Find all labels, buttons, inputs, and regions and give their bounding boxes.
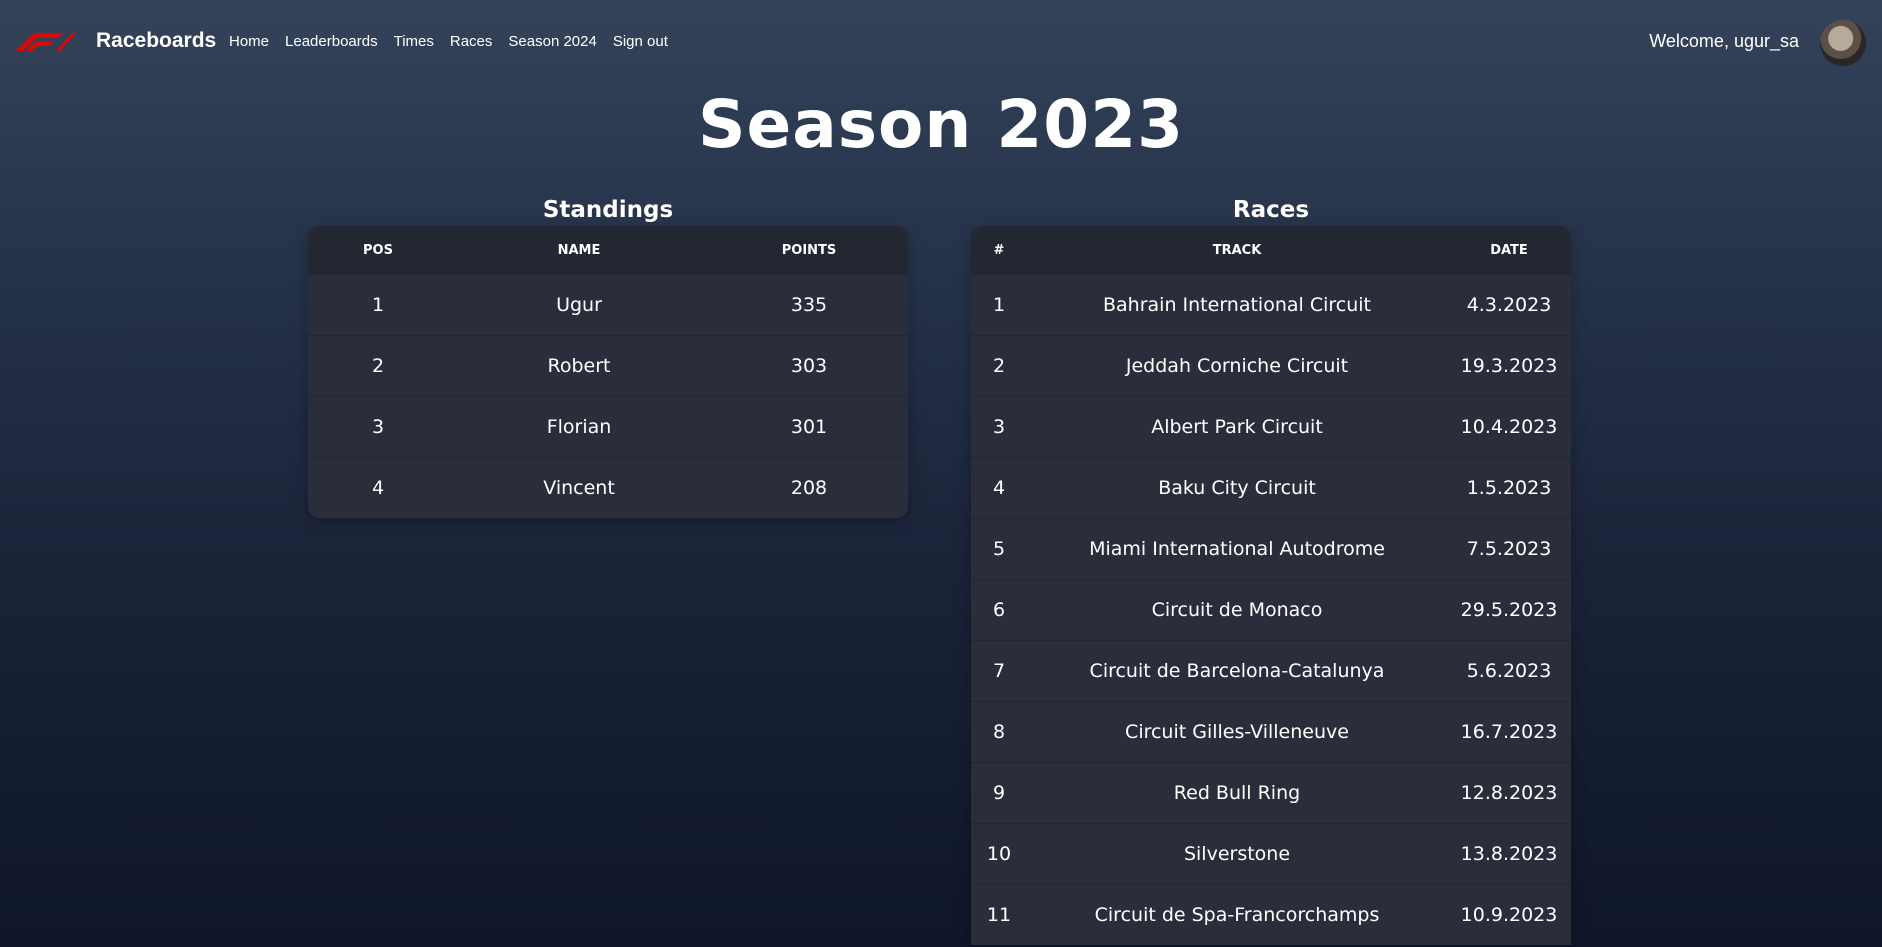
table-row: 1 Ugur 335	[308, 274, 908, 335]
standings-title: Standings	[542, 197, 674, 223]
table-row: 8 Circuit Gilles-Villeneuve 16.7.2023	[971, 701, 1571, 762]
race-number-cell: 11	[986, 904, 1012, 926]
table-row: 6 Circuit de Monaco 29.5.2023	[971, 579, 1571, 640]
track-cell: Miami International Autodrome	[1089, 538, 1385, 560]
date-cell: 1.5.2023	[1466, 477, 1552, 499]
column-header-track: TRACK	[1212, 242, 1262, 258]
date-cell: 13.8.2023	[1460, 843, 1558, 865]
standings-header-row: POS NAME POINTS	[308, 226, 908, 274]
date-cell: 29.5.2023	[1460, 599, 1558, 621]
pos-cell: 4	[371, 477, 385, 499]
column-header-number: #	[993, 242, 1005, 258]
races-header-row: # TRACK DATE	[971, 226, 1571, 274]
track-cell: Circuit de Spa-Francorchamps	[1094, 904, 1380, 926]
table-row: 1 Bahrain International Circuit 4.3.2023	[971, 274, 1571, 335]
column-header-date: DATE	[1490, 242, 1528, 258]
track-cell: Silverstone	[1183, 843, 1291, 865]
races-title: Races	[1232, 197, 1310, 223]
page-title: Season 2023	[697, 86, 1185, 163]
nav-link-home[interactable]: Home	[229, 33, 269, 50]
f1-logo-icon[interactable]	[12, 33, 76, 51]
track-cell: Circuit de Monaco	[1151, 599, 1323, 621]
brand-name[interactable]: Raceboards	[96, 29, 216, 53]
nav-link-season-2024[interactable]: Season 2024	[508, 33, 596, 50]
track-cell: Red Bull Ring	[1173, 782, 1301, 804]
track-cell: Bahrain International Circuit	[1103, 294, 1371, 316]
top-navbar: Raceboards Home Leaderboards Times Races…	[0, 0, 1882, 84]
nav-link-leaderboards[interactable]: Leaderboards	[285, 33, 378, 50]
name-cell: Vincent	[543, 477, 615, 499]
track-cell: Albert Park Circuit	[1151, 416, 1323, 438]
table-row: 10 Silverstone 13.8.2023	[971, 823, 1571, 884]
table-row: 3 Florian 301	[308, 396, 908, 457]
name-cell: Robert	[547, 355, 611, 377]
date-cell: 4.3.2023	[1466, 294, 1552, 316]
table-row: 2 Robert 303	[308, 335, 908, 396]
table-row: 3 Albert Park Circuit 10.4.2023	[971, 396, 1571, 457]
nav-link-times[interactable]: Times	[394, 33, 434, 50]
name-cell: Florian	[546, 416, 612, 438]
column-header-pos: POS	[363, 242, 393, 258]
races-table: # TRACK DATE 1 Bahrain International Cir…	[971, 226, 1571, 945]
points-cell: 208	[790, 477, 828, 499]
race-number-cell: 10	[986, 843, 1012, 865]
race-number-cell: 7	[992, 660, 1006, 682]
points-cell: 303	[790, 355, 828, 377]
name-cell: Ugur	[556, 294, 602, 316]
date-cell: 5.6.2023	[1466, 660, 1552, 682]
nav-links: Home Leaderboards Times Races Season 202…	[229, 33, 668, 50]
welcome-text: Welcome, ugur_sa	[1649, 31, 1799, 51]
race-number-cell: 6	[992, 599, 1006, 621]
date-cell: 12.8.2023	[1460, 782, 1558, 804]
date-cell: 10.9.2023	[1460, 904, 1558, 926]
table-row: 7 Circuit de Barcelona-Catalunya 5.6.202…	[971, 640, 1571, 701]
race-number-cell: 9	[992, 782, 1006, 804]
track-cell: Baku City Circuit	[1158, 477, 1316, 499]
date-cell: 19.3.2023	[1460, 355, 1558, 377]
race-number-cell: 3	[992, 416, 1006, 438]
column-header-points: POINTS	[781, 242, 837, 258]
pos-cell: 2	[371, 355, 385, 377]
race-number-cell: 8	[992, 721, 1006, 743]
standings-table: POS NAME POINTS 1 Ugur 335 2 Robert 303 …	[308, 226, 908, 518]
column-header-name: NAME	[557, 242, 601, 258]
table-row: 5 Miami International Autodrome 7.5.2023	[971, 518, 1571, 579]
table-row: 4 Vincent 208	[308, 457, 908, 518]
avatar[interactable]	[1820, 20, 1866, 66]
pos-cell: 1	[371, 294, 385, 316]
table-row: 4 Baku City Circuit 1.5.2023	[971, 457, 1571, 518]
track-cell: Circuit Gilles-Villeneuve	[1125, 721, 1349, 743]
table-row: 9 Red Bull Ring 12.8.2023	[971, 762, 1571, 823]
race-number-cell: 5	[992, 538, 1006, 560]
race-number-cell: 4	[992, 477, 1006, 499]
points-cell: 301	[790, 416, 828, 438]
table-row: 11 Circuit de Spa-Francorchamps 10.9.202…	[971, 884, 1571, 945]
date-cell: 7.5.2023	[1466, 538, 1552, 560]
race-number-cell: 2	[992, 355, 1006, 377]
date-cell: 16.7.2023	[1460, 721, 1558, 743]
points-cell: 335	[790, 294, 828, 316]
date-cell: 10.4.2023	[1460, 416, 1558, 438]
track-cell: Jeddah Corniche Circuit	[1125, 355, 1349, 377]
nav-link-races[interactable]: Races	[450, 33, 493, 50]
nav-link-sign-out[interactable]: Sign out	[613, 33, 668, 50]
race-number-cell: 1	[992, 294, 1006, 316]
table-row: 2 Jeddah Corniche Circuit 19.3.2023	[971, 335, 1571, 396]
pos-cell: 3	[371, 416, 385, 438]
track-cell: Circuit de Barcelona-Catalunya	[1089, 660, 1385, 682]
